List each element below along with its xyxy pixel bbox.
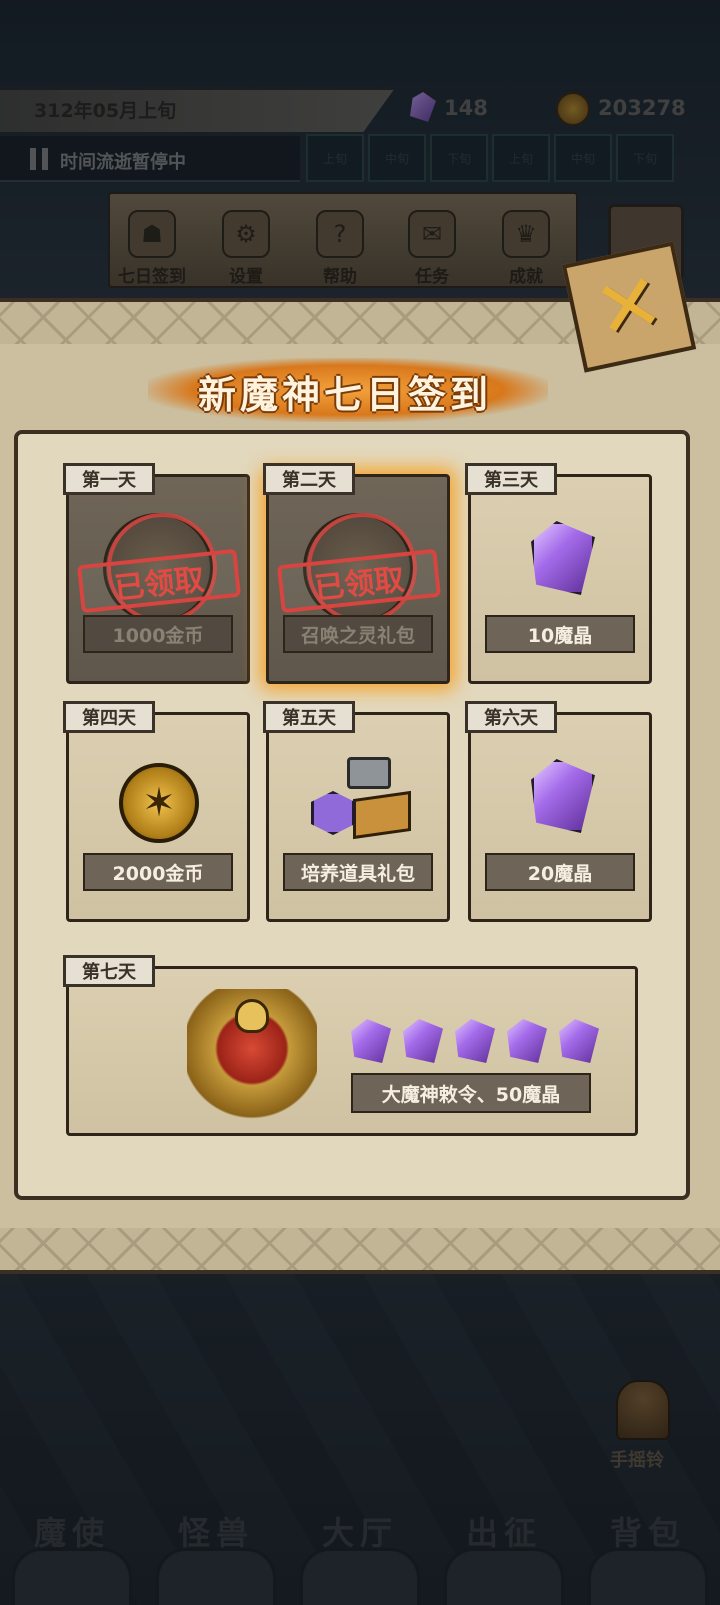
day-tag: 第四天: [63, 701, 155, 733]
claimed-stamp: 已领取: [276, 548, 442, 614]
day-card-1: 第一天 1000金币 已领取: [63, 463, 250, 684]
reward-label: 1000金币: [83, 615, 233, 653]
day-tag: 第三天: [465, 463, 557, 495]
skull-icon: [235, 999, 269, 1033]
day-card-7[interactable]: 第七天 大魔神敕令、50魔晶: [63, 955, 638, 1136]
day-tag: 第一天: [63, 463, 155, 495]
reward-label: 培养道具礼包: [283, 853, 433, 891]
gem-icon: [351, 1019, 391, 1063]
gem-icon: [455, 1019, 495, 1063]
gem-icon: [507, 1019, 547, 1063]
reward-label: 召唤之灵礼包: [283, 615, 433, 653]
day-card-3[interactable]: 第三天 10魔晶: [465, 463, 652, 684]
close-button[interactable]: ✕: [561, 241, 697, 373]
gem-row: [351, 1019, 599, 1063]
coin-icon: ✶: [119, 763, 199, 843]
gem-icon: [559, 1019, 599, 1063]
day-card-5[interactable]: 第五天 培养道具礼包: [263, 701, 450, 922]
day-tag: 第六天: [465, 701, 557, 733]
reward-label: 2000金币: [83, 853, 233, 891]
reward-label: 20魔晶: [485, 853, 635, 891]
panel-border-bottom: [0, 1228, 720, 1270]
item-pack-icon: [307, 755, 417, 843]
day-card-4[interactable]: 第四天 ✶ 2000金币: [63, 701, 250, 922]
gem-icon: [403, 1019, 443, 1063]
popup-title: 新魔神七日签到: [197, 373, 492, 417]
day-tag: 第七天: [63, 955, 155, 987]
day-tag: 第二天: [263, 463, 355, 495]
close-icon: ✕: [586, 254, 672, 359]
day-card-2[interactable]: 第二天 召唤之灵礼包 已领取: [263, 463, 450, 684]
gem-icon: [531, 521, 595, 595]
reward-label: 大魔神敕令、50魔晶: [351, 1073, 591, 1113]
claimed-stamp: 已领取: [76, 548, 242, 614]
day-card-6[interactable]: 第六天 20魔晶: [465, 701, 652, 922]
reward-label: 10魔晶: [485, 615, 635, 653]
gem-icon: [531, 759, 595, 833]
day-tag: 第五天: [263, 701, 355, 733]
